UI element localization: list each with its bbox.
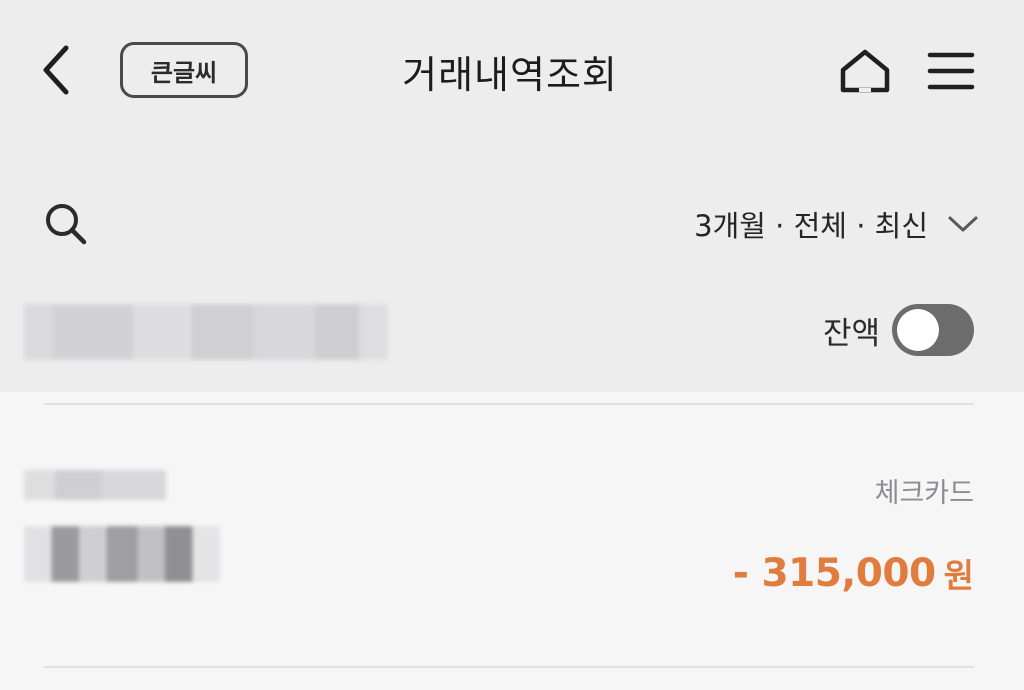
- account-number-masked: [24, 304, 388, 360]
- back-button[interactable]: [34, 40, 78, 100]
- menu-button[interactable]: [922, 42, 980, 100]
- transaction-merchant-masked: [24, 526, 220, 582]
- transaction-amount-row: - 315,000 원: [690, 544, 974, 602]
- search-button[interactable]: [38, 196, 94, 252]
- period-filter-dropdown[interactable]: 3개월 · 전체 · 최신: [620, 196, 980, 252]
- list-top-divider: [44, 403, 974, 405]
- period-filter-label: 3개월 · 전체 · 최신: [694, 209, 928, 243]
- chevron-left-icon: [43, 45, 69, 95]
- transaction-divider: [44, 666, 974, 668]
- transaction-date-masked: [24, 470, 166, 500]
- search-icon: [46, 204, 87, 245]
- hamburger-menu-icon: [927, 52, 975, 90]
- transaction-amount: - 315,000: [732, 550, 936, 596]
- currency-label: 원: [943, 556, 974, 595]
- transaction-card-type: 체크카드: [874, 477, 974, 509]
- big-font-button[interactable]: 큰글씨: [120, 42, 248, 98]
- page-title: 거래내역조회: [402, 52, 618, 97]
- balance-toggle[interactable]: [892, 304, 974, 356]
- chevron-down-icon: [948, 216, 978, 232]
- balance-toggle-knob: [897, 309, 939, 351]
- balance-label: 잔액: [822, 315, 880, 352]
- home-button[interactable]: [834, 42, 896, 100]
- home-icon: [840, 49, 890, 93]
